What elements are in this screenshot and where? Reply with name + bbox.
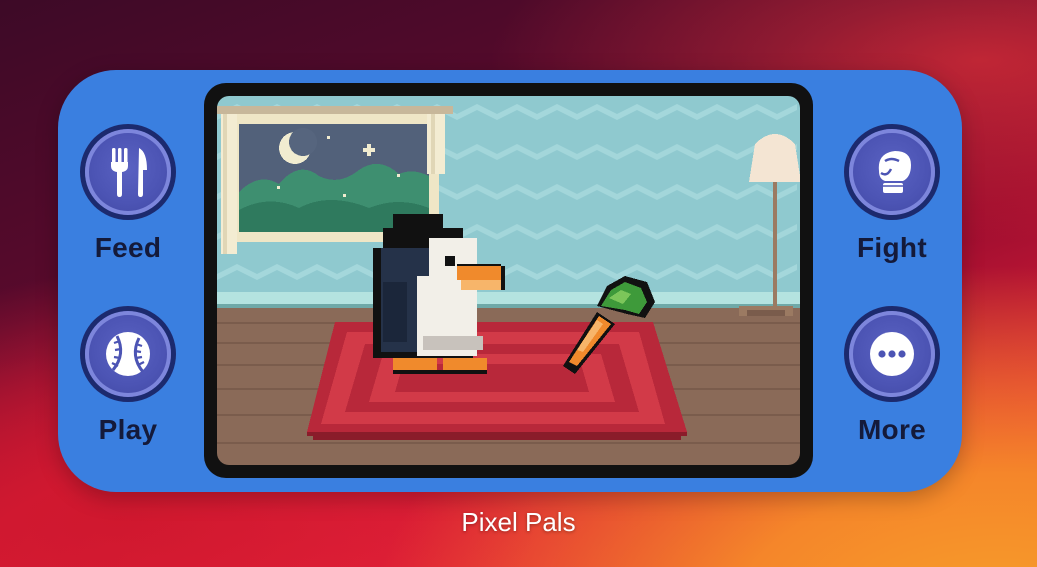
baseball-icon xyxy=(106,332,150,376)
play-label: Play xyxy=(98,414,158,445)
fight-button[interactable]: Fight xyxy=(822,124,962,264)
play-button-circle[interactable] xyxy=(80,306,176,402)
pixel-pals-widget[interactable]: Feed Play Fight More xyxy=(58,70,962,492)
widget-app-name: Pixel Pals xyxy=(461,507,576,537)
fight-button-circle[interactable] xyxy=(844,124,940,220)
play-button[interactable]: Play xyxy=(58,306,198,446)
more-label: More xyxy=(857,414,927,445)
fork-knife-icon xyxy=(111,148,147,197)
right-action-column: Fight More xyxy=(822,70,962,492)
feed-label: Feed xyxy=(94,232,162,263)
more-button[interactable]: More xyxy=(822,306,962,446)
pet-scene[interactable] xyxy=(217,96,800,465)
fight-label: Fight xyxy=(857,232,927,263)
boxing-glove-icon xyxy=(878,151,911,193)
left-action-column: Feed Play xyxy=(58,70,198,492)
feed-button-circle[interactable] xyxy=(80,124,176,220)
ellipsis-icon xyxy=(870,332,914,376)
feed-button[interactable]: Feed xyxy=(58,124,198,264)
pixel-room-illustration xyxy=(217,96,800,465)
more-button-circle[interactable] xyxy=(844,306,940,402)
pet-screen-bezel xyxy=(204,83,813,478)
